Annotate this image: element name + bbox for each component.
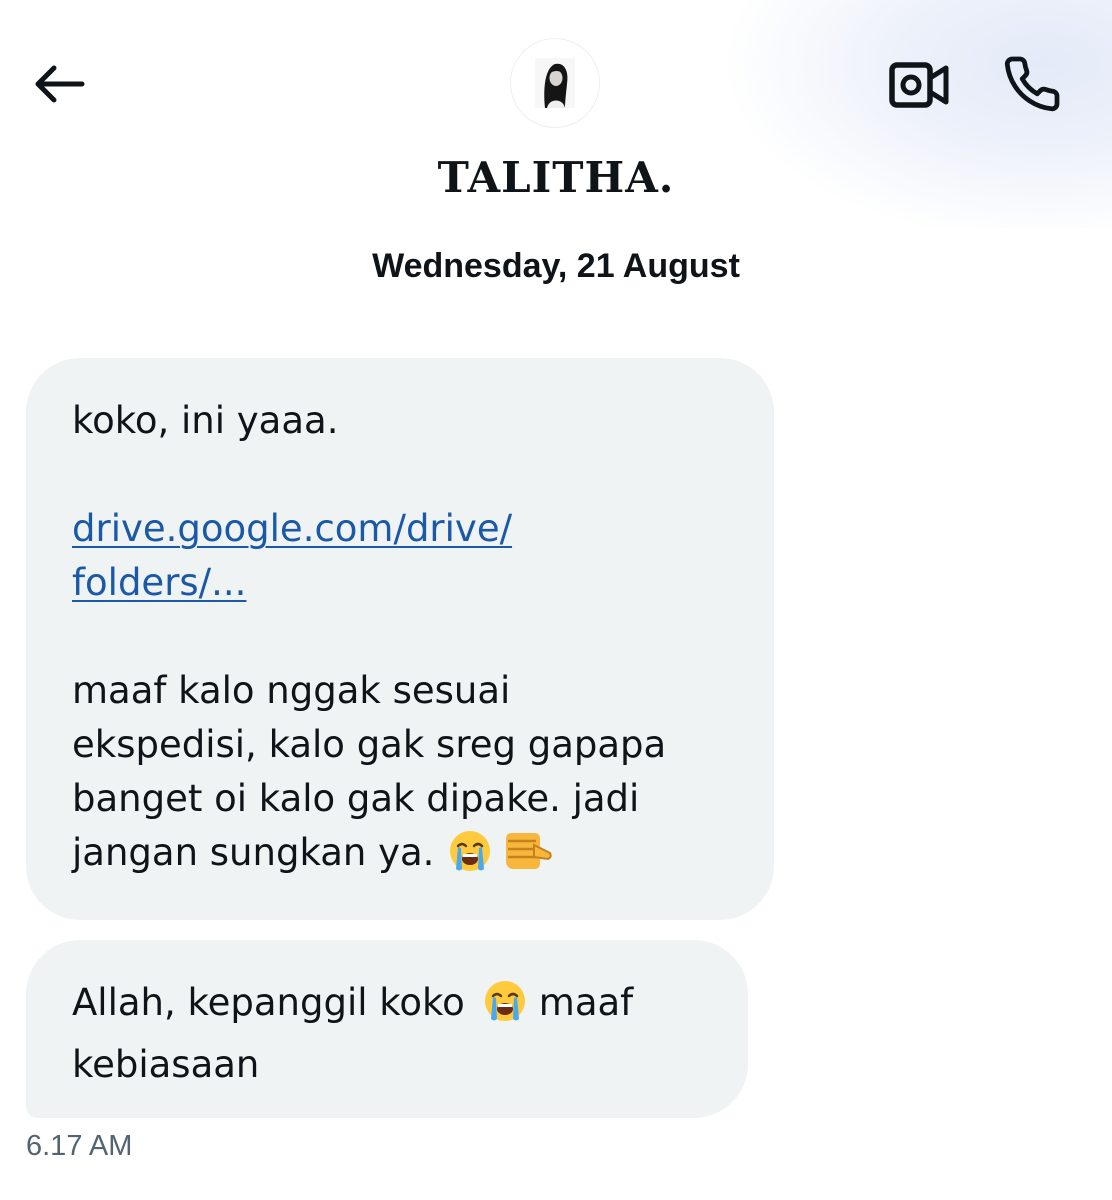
message-text: koko, ini yaaa. (72, 399, 339, 442)
phone-icon (1004, 56, 1060, 112)
avatar[interactable] (510, 38, 600, 128)
message-bubble[interactable]: Allah, kepanggil koko maaf kebiasaan (26, 940, 748, 1118)
date-divider: Wednesday, 21 August (372, 247, 740, 285)
message-text: ekspedisi, kalo gak sreg gapapa (72, 723, 667, 766)
message-text: kebiasaan (72, 1043, 260, 1086)
crying-face-emoji (483, 979, 527, 1038)
video-call-button[interactable] (884, 54, 954, 116)
voice-call-button[interactable] (998, 52, 1066, 116)
drive-link-line-2[interactable]: folders/... (72, 556, 728, 610)
message-text: maaf kalo nggak sesuai (72, 669, 511, 712)
avatar-photo (535, 58, 575, 108)
message-text-with-emoji: jangan sungkan ya. (72, 826, 728, 888)
crying-face-emoji (448, 829, 492, 888)
drive-link-line-1[interactable]: drive.google.com/drive/ (72, 502, 728, 556)
pointing-fist-emoji (500, 829, 553, 888)
message-text: jangan sungkan ya. (72, 831, 435, 874)
contact-name: TALITHA. (437, 153, 675, 202)
back-button[interactable] (26, 56, 90, 112)
message-text-with-emoji: Allah, kepanggil koko maaf (72, 976, 702, 1038)
message-timestamp: 6.17 AM (26, 1130, 133, 1162)
message-text: Allah, kepanggil koko (72, 981, 465, 1024)
video-camera-icon (889, 62, 949, 108)
arrow-left-icon (35, 65, 85, 103)
message-text: banget oi kalo gak dipake. jadi (72, 777, 640, 820)
message-text: maaf (538, 981, 634, 1024)
message-bubble[interactable]: koko, ini yaaa. drive.google.com/drive/ … (26, 358, 774, 920)
